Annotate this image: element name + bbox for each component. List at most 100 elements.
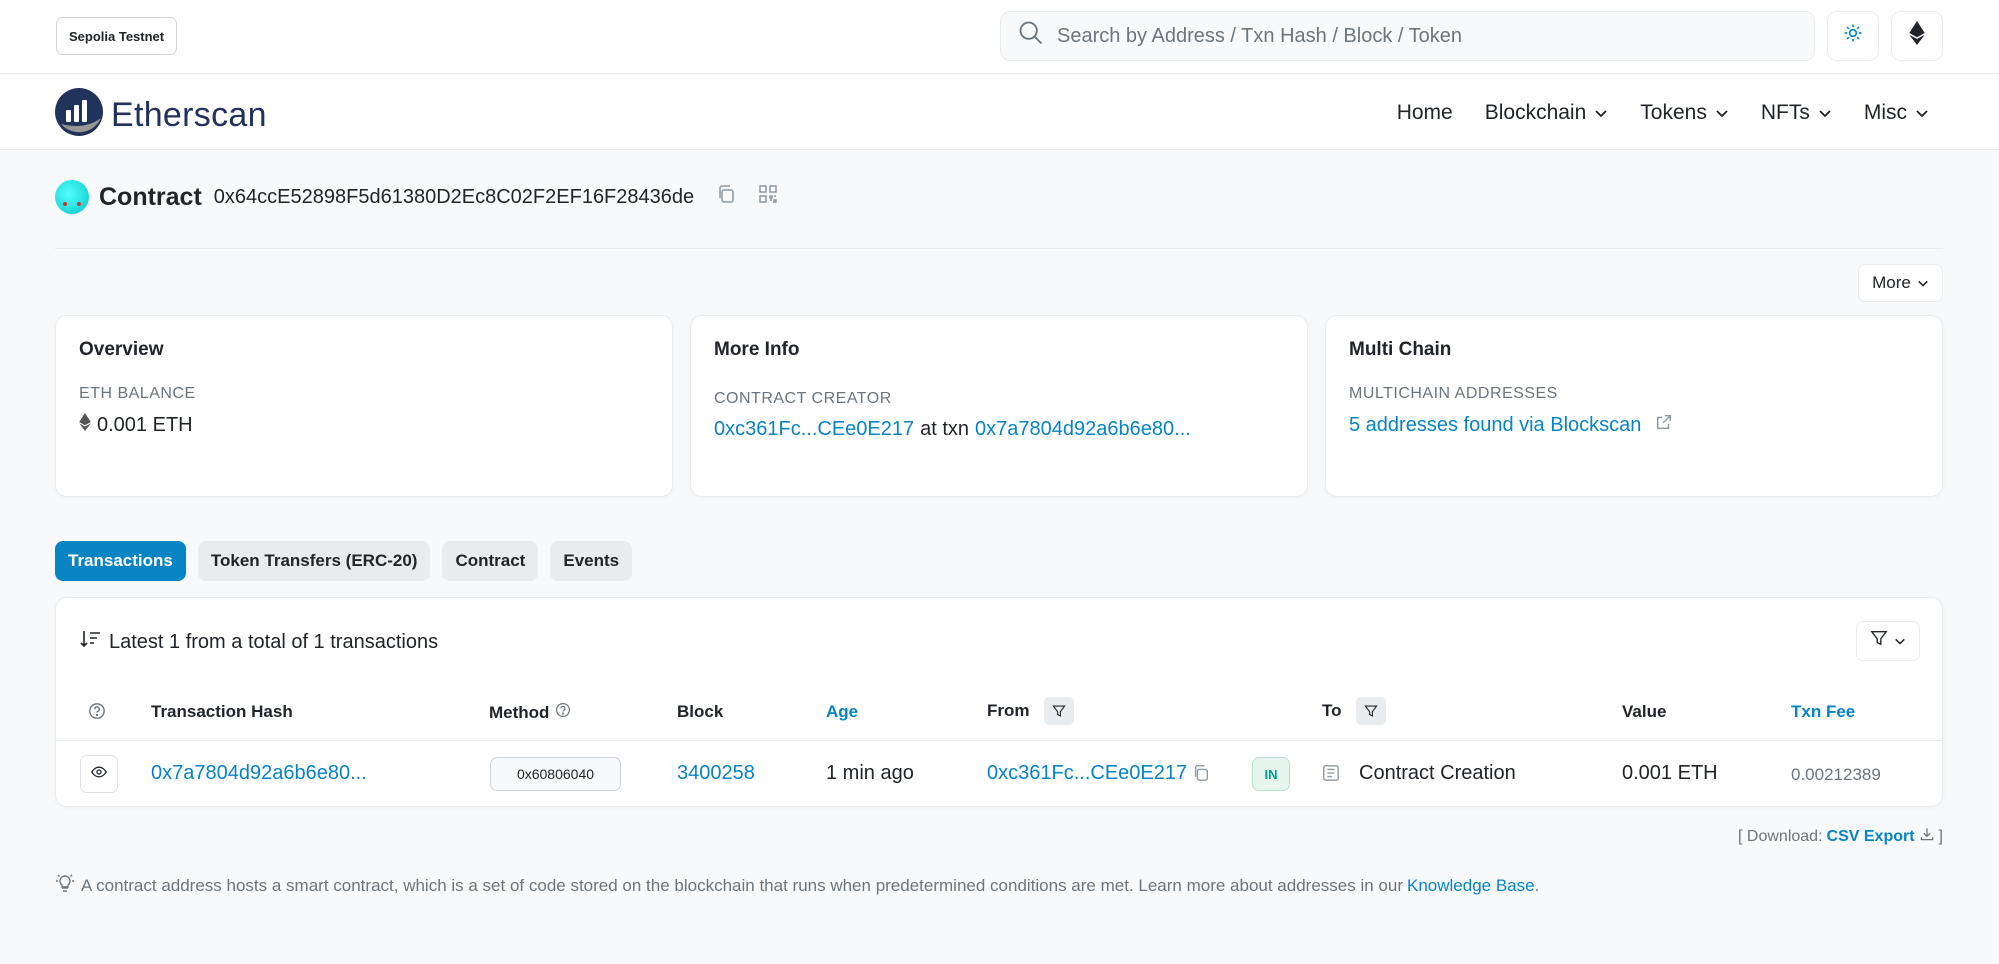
chevron-down-icon (1918, 280, 1928, 287)
chevron-down-icon (1716, 109, 1728, 117)
multichain-label: MULTICHAIN ADDRESSES (1349, 385, 1558, 402)
header-divider (55, 248, 1943, 249)
search-box[interactable] (1000, 11, 1815, 61)
info-note-text: A contract address hosts a smart contrac… (81, 875, 1403, 895)
search-icon (1017, 19, 1045, 53)
multichain-row: 5 addresses found via Blockscan (1349, 413, 1919, 437)
to-filter-funnel-icon[interactable] (1355, 697, 1386, 725)
chevron-down-icon (1895, 638, 1905, 645)
to-value: Contract Creation (1359, 762, 1516, 784)
etherscan-logo[interactable]: Etherscan (55, 88, 267, 142)
lightbulb-icon (55, 873, 75, 898)
download-suffix: ] (1938, 827, 1943, 845)
tab-events[interactable]: Events (550, 541, 633, 581)
value-amount: 0.001 ETH (1622, 762, 1718, 784)
qr-code-icon[interactable] (758, 184, 778, 210)
address-tabs: Transactions Token Transfers (ERC-20) Co… (55, 541, 633, 581)
nav-misc[interactable]: Misc (1864, 101, 1929, 125)
col-block: Block (677, 702, 724, 721)
preview-eye-button[interactable] (80, 755, 118, 793)
col-age-toggle[interactable]: Age (826, 702, 858, 722)
eye-icon (91, 763, 107, 786)
contract-creator-row: 0xc361Fc...CEe0E217 at txn 0x7a7804d92a6… (714, 418, 1284, 441)
table-filter-button[interactable] (1856, 621, 1920, 661)
chevron-down-icon (1595, 109, 1607, 117)
multichain-title: Multi Chain (1349, 339, 1452, 360)
method-badge: 0x60806040 (490, 757, 621, 791)
contract-address: 0x64ccE52898F5d61380D2Ec8C02F2EF16F28436… (213, 185, 695, 208)
nav-menu: Home Blockchain Tokens NFTs Misc (1397, 75, 1929, 150)
logo-text: Etherscan (111, 95, 267, 134)
contract-creation-icon (1322, 764, 1340, 782)
col-transaction-hash: Transaction Hash (151, 702, 293, 721)
from-filter-funnel-icon[interactable] (1043, 697, 1074, 725)
address-header: Contract 0x64ccE52898F5d61380D2Ec8C02F2E… (55, 180, 778, 214)
download-row: [ Download: CSV Export ] (1738, 826, 1943, 847)
top-bar: Sepolia Testnet (0, 0, 1999, 74)
more-label: More (1872, 273, 1911, 292)
page-title: Contract (99, 182, 202, 211)
tab-token-transfers[interactable]: Token Transfers (ERC-20) (197, 541, 431, 581)
age-value: 1 min ago (826, 762, 914, 784)
external-link-icon[interactable] (1655, 413, 1673, 437)
download-icon[interactable] (1919, 826, 1935, 847)
nav-tokens-label: Tokens (1640, 100, 1707, 124)
download-prefix: [ Download: (1738, 827, 1823, 845)
knowledge-base-link[interactable]: Knowledge Base (1407, 876, 1535, 896)
nav-blockchain-label: Blockchain (1484, 100, 1587, 124)
from-address-link[interactable]: 0xc361Fc...CEe0E217 (987, 762, 1187, 785)
etherscan-logo-icon (55, 88, 103, 142)
direction-in-badge: IN (1252, 757, 1290, 791)
overview-title: Overview (79, 339, 164, 360)
nav-home-label: Home (1396, 100, 1453, 124)
funnel-icon (1870, 629, 1888, 653)
creation-txn-link[interactable]: 0x7a7804d92a6b6e80... (975, 418, 1191, 441)
col-to-label: To (1322, 701, 1342, 720)
txn-fee-amount: 0.00212389 (1791, 765, 1881, 784)
txn-hash-link[interactable]: 0x7a7804d92a6b6e80... (151, 762, 367, 785)
nav-tokens[interactable]: Tokens (1640, 101, 1729, 125)
eth-balance-row: 0.001 ETH (79, 413, 649, 437)
transactions-table: Latest 1 from a total of 1 transactions … (55, 597, 1943, 807)
transactions-summary: Latest 1 from a total of 1 transactions (79, 629, 438, 655)
creator-address-link[interactable]: 0xc361Fc...CEe0E217 (714, 418, 914, 441)
help-icon[interactable] (555, 702, 571, 723)
col-method-label: Method (489, 702, 550, 722)
col-value: Value (1622, 702, 1667, 721)
more-dropdown-button[interactable]: More (1858, 264, 1943, 302)
col-method: Method (489, 702, 571, 723)
tab-contract[interactable]: Contract (442, 541, 539, 581)
theme-toggle-button[interactable] (1827, 11, 1879, 61)
copy-icon[interactable] (1192, 764, 1210, 782)
block-link[interactable]: 3400258 (677, 762, 755, 785)
multichain-card: Multi Chain MULTICHAIN ADDRESSES 5 addre… (1325, 315, 1943, 497)
col-txn-fee-toggle[interactable]: Txn Fee (1791, 702, 1855, 722)
sun-icon (1843, 23, 1863, 49)
tab-transactions[interactable]: Transactions (55, 541, 186, 581)
col-from: From (987, 697, 1074, 725)
chevron-down-icon (1819, 109, 1831, 117)
search-input[interactable] (1057, 24, 1757, 48)
blockscan-link[interactable]: 5 addresses found via Blockscan (1349, 414, 1641, 437)
col-to: To (1322, 697, 1386, 725)
nav-nfts[interactable]: NFTs (1761, 101, 1832, 125)
at-txn-text: at txn (920, 418, 970, 440)
nav-blockchain[interactable]: Blockchain (1485, 101, 1609, 125)
help-icon[interactable] (88, 702, 106, 720)
csv-export-link[interactable]: CSV Export (1827, 828, 1915, 846)
copy-icon[interactable] (716, 184, 736, 210)
eth-balance-value: 0.001 ETH (97, 413, 193, 436)
contract-creator-label: CONTRACT CREATOR (714, 390, 892, 407)
info-note-end: . (1534, 875, 1540, 895)
network-badge[interactable]: Sepolia Testnet (56, 17, 178, 55)
eth-balance-label: ETH BALANCE (79, 385, 196, 402)
more-info-title: More Info (714, 339, 800, 360)
col-from-label: From (987, 701, 1030, 720)
address-avatar (55, 180, 89, 214)
header-divider (56, 740, 1942, 741)
overview-card: Overview ETH BALANCE 0.001 ETH (55, 315, 673, 497)
chevron-down-icon (1916, 109, 1928, 117)
network-switch-button[interactable] (1891, 11, 1943, 61)
nav-home[interactable]: Home (1397, 101, 1453, 125)
ethereum-icon (1908, 21, 1926, 51)
